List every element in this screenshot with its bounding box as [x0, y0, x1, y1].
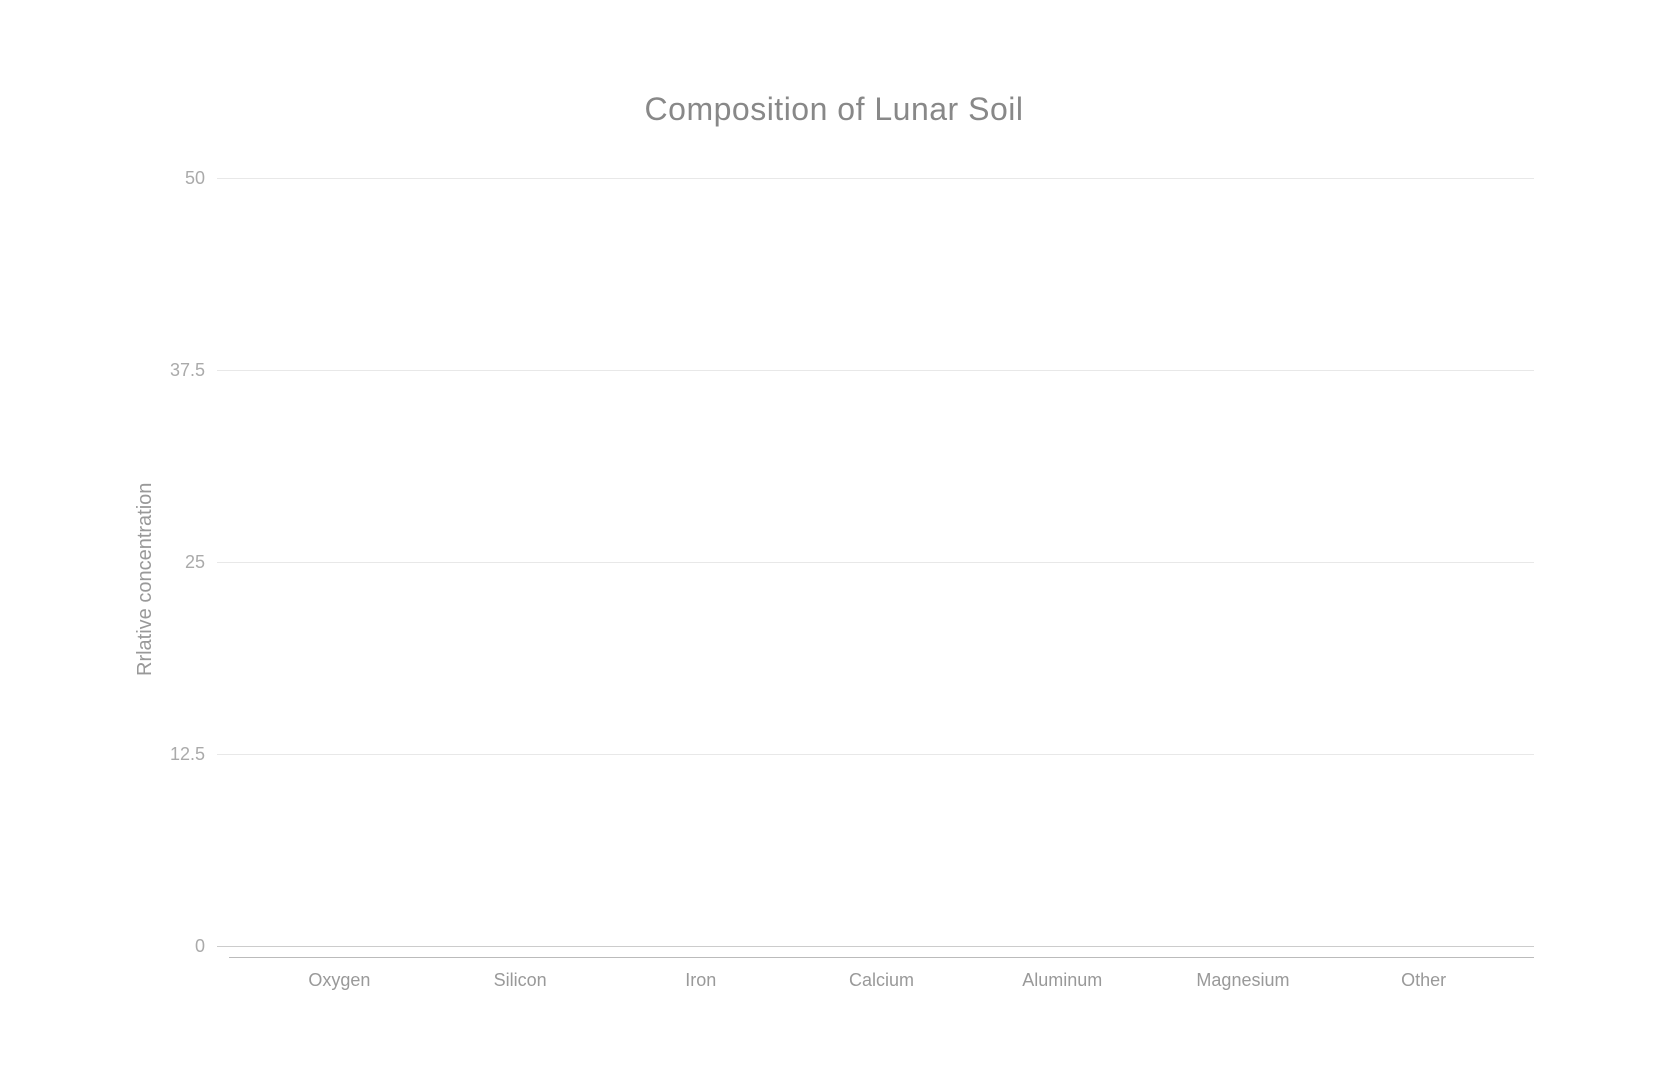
chart-container: Composition of Lunar Soil Rrlative conce…	[134, 91, 1534, 991]
chart-title: Composition of Lunar Soil	[645, 91, 1024, 128]
y-axis-label: Rrlative concentration	[134, 168, 157, 991]
grid-label: 50	[167, 168, 217, 189]
grid-label: 37.5	[167, 360, 217, 381]
x-labels: OxygenSiliconIronCalciumAluminumMagnesiu…	[229, 958, 1534, 991]
x-label: Silicon	[430, 970, 611, 991]
chart-plot: 50 37.5 25 12.5 0 OxygenSiliconIronCalciumAl…	[167, 168, 1534, 991]
x-label: Calcium	[791, 970, 972, 991]
grid-label: 0	[167, 936, 217, 957]
x-label: Magnesium	[1153, 970, 1334, 991]
x-label: Oxygen	[249, 970, 430, 991]
x-label: Other	[1333, 970, 1514, 991]
x-label: Iron	[610, 970, 791, 991]
x-label: Aluminum	[972, 970, 1153, 991]
grid-label: 12.5	[167, 744, 217, 765]
bars-wrapper	[229, 168, 1534, 957]
grid-label: 25	[167, 552, 217, 573]
chart-area: Rrlative concentration 50 37.5 25 12.5 0 Oxy…	[134, 168, 1534, 991]
plot-inner: 50 37.5 25 12.5 0	[167, 168, 1534, 957]
